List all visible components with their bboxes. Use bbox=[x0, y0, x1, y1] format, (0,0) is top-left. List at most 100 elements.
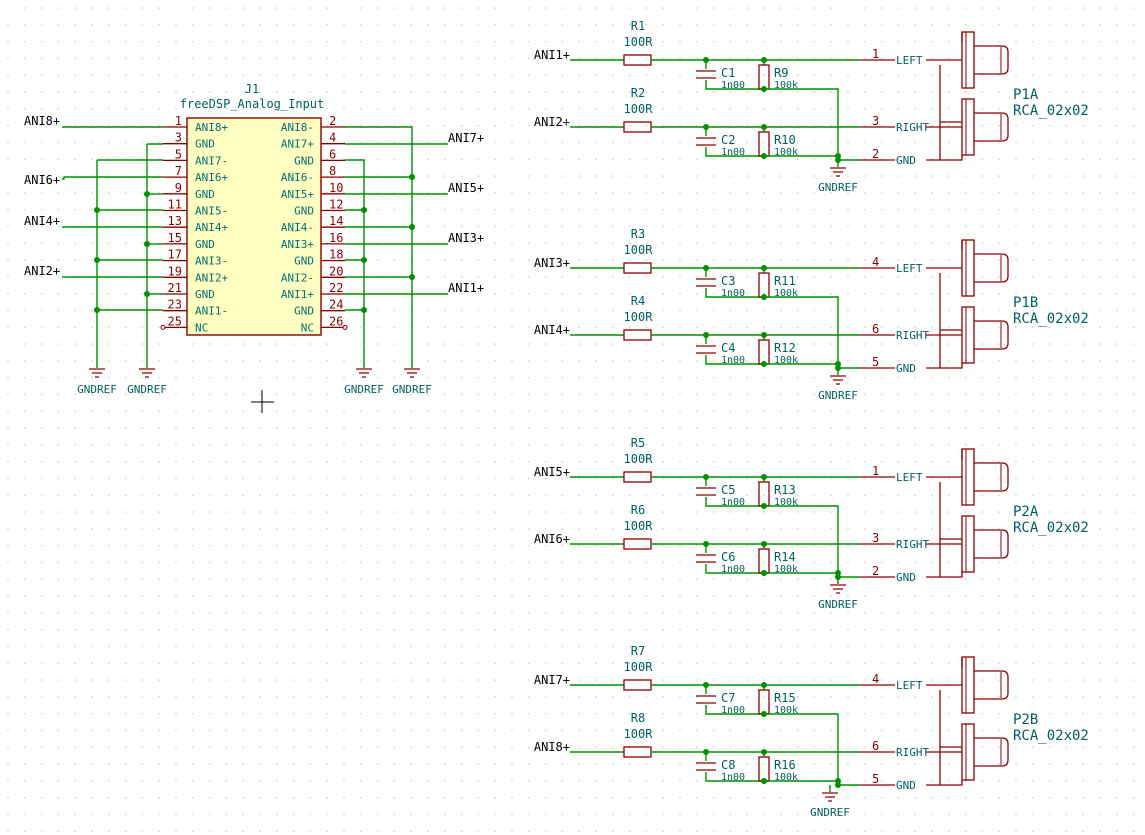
pin-number: 6 bbox=[872, 322, 879, 336]
pin-number: 13 bbox=[168, 214, 182, 228]
connector-ref: P1A bbox=[1013, 87, 1039, 103]
pin-name: ANI3- bbox=[195, 255, 228, 268]
net-label: ANI1+ bbox=[534, 48, 570, 62]
net-label: ANI7+ bbox=[534, 673, 570, 687]
resistor-ref: R8 bbox=[631, 711, 645, 725]
resistor-value: 100R bbox=[624, 243, 654, 257]
pin-name: ANI5+ bbox=[281, 188, 314, 201]
resistor-ref: R1 bbox=[631, 19, 645, 33]
junction bbox=[761, 541, 767, 547]
pin-name: GND bbox=[294, 305, 314, 318]
pin-name: LEFT bbox=[896, 54, 923, 67]
pin-name: ANI2+ bbox=[195, 271, 228, 284]
resistor-ref: R14 bbox=[774, 550, 796, 564]
pin-number: 4 bbox=[872, 672, 879, 686]
pin-name: RIGHT bbox=[896, 329, 929, 342]
schematic-canvas[interactable]: J1 freeDSP_Analog_Input 1 ANI8+ 2 ANI8- 3 GND… bbox=[0, 0, 1145, 835]
connector-value: RCA_02x02 bbox=[1013, 311, 1089, 327]
capacitor-value: 1n00 bbox=[721, 355, 745, 366]
pin-name: RIGHT bbox=[896, 121, 929, 134]
junction bbox=[761, 124, 767, 130]
junction bbox=[703, 541, 709, 547]
pin-name: ANI4+ bbox=[195, 221, 228, 234]
grid-background bbox=[0, 0, 1145, 835]
pin-number: 24 bbox=[329, 298, 343, 312]
resistor-value: 100R bbox=[624, 519, 654, 533]
pin-number: 3 bbox=[872, 531, 879, 545]
pin-number: 15 bbox=[168, 231, 182, 245]
net-label: ANI6+ bbox=[534, 532, 570, 546]
pin-number: 5 bbox=[175, 147, 182, 161]
capacitor-ref: C2 bbox=[721, 133, 735, 147]
capacitor-value: 1n00 bbox=[721, 772, 745, 783]
resistor-ref: R16 bbox=[774, 758, 796, 772]
capacitor-ref: C4 bbox=[721, 341, 735, 355]
pin-name: GND bbox=[896, 154, 916, 167]
net-label: ANI4+ bbox=[534, 323, 570, 337]
resistor-value: 100R bbox=[624, 452, 654, 466]
pin-name: ANI5- bbox=[195, 205, 228, 218]
resistor-value: 100R bbox=[624, 310, 654, 324]
junction bbox=[761, 749, 767, 755]
junction bbox=[703, 332, 709, 338]
pin-number: 7 bbox=[175, 164, 182, 178]
pin-name: GND bbox=[294, 205, 314, 218]
pin-name: ANI8- bbox=[281, 121, 314, 134]
pin-name: GND bbox=[294, 154, 314, 167]
junction bbox=[703, 682, 709, 688]
pin-name: ANI6+ bbox=[195, 171, 228, 184]
capacitor-ref: C3 bbox=[721, 274, 735, 288]
pin-number: 10 bbox=[329, 181, 343, 195]
resistor-ref: R7 bbox=[631, 644, 645, 658]
connector-value: RCA_02x02 bbox=[1013, 520, 1089, 536]
pin-name: LEFT bbox=[896, 679, 923, 692]
connector-ref: P2B bbox=[1013, 712, 1038, 728]
pin-name: GND bbox=[896, 571, 916, 584]
net-label: ANI8+ bbox=[24, 114, 60, 128]
net-label: ANI5+ bbox=[534, 465, 570, 479]
pin-name: RIGHT bbox=[896, 746, 929, 759]
pin-name: GND bbox=[195, 138, 215, 151]
pin-number: 2 bbox=[872, 564, 879, 578]
capacitor-value: 1n00 bbox=[721, 288, 745, 299]
pin-number: 9 bbox=[175, 181, 182, 195]
j1-connector[interactable]: J1 freeDSP_Analog_Input 1 ANI8+ 2 ANI8- 3 GND… bbox=[160, 82, 348, 336]
connector-ref: P1B bbox=[1013, 295, 1038, 311]
pin-number: 3 bbox=[872, 114, 879, 128]
pin-name: GND bbox=[896, 779, 916, 792]
capacitor-ref: C1 bbox=[721, 66, 735, 80]
net-label: ANI1+ bbox=[448, 281, 484, 295]
pin-number: 5 bbox=[872, 772, 879, 786]
pin-name: LEFT bbox=[896, 262, 923, 275]
pin-number: 22 bbox=[329, 281, 343, 295]
pin-number: 1 bbox=[872, 464, 879, 478]
gndref-label: GNDREF bbox=[77, 383, 117, 396]
pin-name: ANI7- bbox=[195, 154, 228, 167]
pin-name: ANI7+ bbox=[281, 138, 314, 151]
pin-name: GND bbox=[896, 362, 916, 375]
pin-name: ANI8+ bbox=[195, 121, 228, 134]
pin-name: NC bbox=[301, 321, 314, 334]
pin-number: 14 bbox=[329, 214, 343, 228]
gndref-label: GNDREF bbox=[818, 598, 858, 611]
gndref-label: GNDREF bbox=[344, 383, 384, 396]
pin-number: 12 bbox=[329, 198, 343, 212]
resistor-ref: R3 bbox=[631, 227, 645, 241]
connector-value: RCA_02x02 bbox=[1013, 103, 1089, 119]
connector-ref: P2A bbox=[1013, 504, 1039, 520]
pin-number: 4 bbox=[329, 131, 336, 145]
pin-number: 6 bbox=[329, 147, 336, 161]
resistor-ref: R10 bbox=[774, 133, 796, 147]
j1-value: freeDSP_Analog_Input bbox=[180, 97, 325, 111]
resistor-value: 100R bbox=[624, 35, 654, 49]
connector-value: RCA_02x02 bbox=[1013, 728, 1089, 744]
net-label: ANI4+ bbox=[24, 214, 60, 228]
pin-number: 1 bbox=[872, 47, 879, 61]
capacitor-ref: C6 bbox=[721, 550, 735, 564]
pin-number: 18 bbox=[329, 248, 343, 262]
resistor-ref: R2 bbox=[631, 86, 645, 100]
resistor-value: 100R bbox=[624, 102, 654, 116]
pin-number: 19 bbox=[168, 264, 182, 278]
pin-number: 3 bbox=[175, 131, 182, 145]
capacitor-value: 1n00 bbox=[721, 147, 745, 158]
